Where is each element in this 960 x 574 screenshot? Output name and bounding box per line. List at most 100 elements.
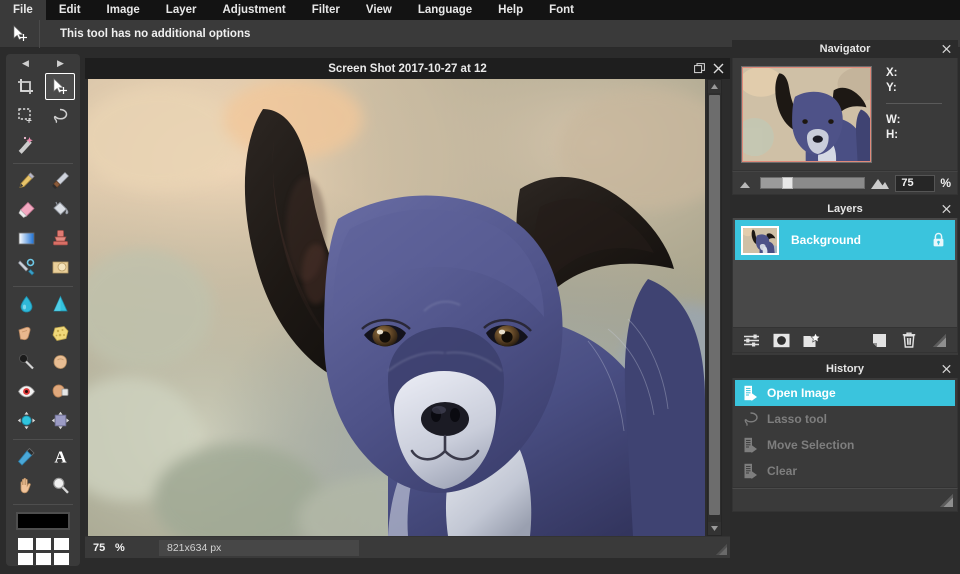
foreground-color-swatch[interactable] [16, 512, 70, 530]
scroll-down-arrow-icon[interactable] [708, 522, 721, 535]
palette-swatch[interactable] [18, 538, 33, 550]
menu-item-language[interactable]: Language [405, 0, 485, 20]
palette-swatch[interactable] [18, 553, 33, 565]
sponge-tool-button[interactable] [45, 320, 75, 347]
layer-settings-button[interactable] [741, 331, 761, 349]
history-item-label: Move Selection [767, 438, 854, 452]
marquee-select-tool-button[interactable] [11, 102, 41, 129]
move-tool-button[interactable] [45, 73, 75, 100]
navigator-w-label: W: [886, 113, 948, 128]
menu-item-edit[interactable]: Edit [46, 0, 94, 20]
navigator-body: X: Y: W: H: [732, 58, 958, 171]
navigator-divider [886, 103, 942, 104]
smudge-tool-button[interactable] [11, 320, 41, 347]
navigator-y-label: Y: [886, 81, 948, 96]
type-tool-button[interactable]: A [45, 443, 75, 470]
palette-swatch[interactable] [36, 538, 51, 550]
blur-tool-button[interactable] [11, 291, 41, 318]
sharpen-tool-button[interactable] [45, 291, 75, 318]
gradient-tool-button[interactable] [11, 225, 41, 252]
zoom-tool-button[interactable] [45, 472, 75, 499]
lasso-tool-button[interactable] [45, 102, 75, 129]
canvas-area[interactable] [85, 79, 730, 536]
palette-swatch[interactable] [36, 553, 51, 565]
layer-row-background[interactable]: Background [735, 220, 955, 260]
toolbox-group-paint [9, 166, 77, 282]
lasso-icon [51, 107, 69, 125]
marquee-icon [17, 107, 35, 125]
dodge-tool-button[interactable] [11, 349, 41, 376]
burn-tool-button[interactable] [45, 349, 75, 376]
pencil-icon [17, 171, 36, 190]
slider-thumb[interactable] [782, 177, 793, 189]
close-icon[interactable] [942, 365, 951, 374]
layer-mask-button[interactable] [771, 331, 791, 349]
close-icon[interactable] [713, 63, 724, 74]
brush-tool-button[interactable] [45, 167, 75, 194]
menu-item-adjustment[interactable]: Adjustment [209, 0, 298, 20]
panel-resize-grip[interactable] [929, 331, 949, 349]
history-item-lasso-tool[interactable]: Lasso tool [735, 406, 955, 432]
eraser-icon [17, 200, 36, 219]
navigator-header[interactable]: Navigator [732, 40, 958, 58]
palette-swatch[interactable] [54, 538, 69, 550]
restore-window-icon[interactable] [694, 63, 705, 74]
history-title: History [826, 363, 864, 375]
pinch-icon [51, 411, 70, 430]
resize-grip-icon[interactable] [940, 494, 953, 507]
large-mountain-icon[interactable] [870, 177, 890, 190]
navigator-thumbnail[interactable] [741, 66, 872, 163]
palette-swatch[interactable] [54, 553, 69, 565]
scrollbar-thumb[interactable] [709, 95, 720, 515]
clone-tool-button[interactable] [45, 378, 75, 405]
crop-tool-button[interactable] [11, 73, 41, 100]
lock-icon[interactable] [932, 233, 945, 248]
layer-effects-button[interactable] [801, 331, 821, 349]
small-mountain-icon[interactable] [739, 178, 755, 189]
document-title-bar[interactable]: Screen Shot 2017-10-27 at 12 [85, 58, 730, 79]
eraser-tool-button[interactable] [11, 196, 41, 223]
duplicate-layer-button[interactable] [869, 331, 889, 349]
history-item-move-selection[interactable]: Move Selection [735, 432, 955, 458]
history-item-open-image[interactable]: Open Image [735, 380, 955, 406]
window-resize-grip[interactable] [716, 544, 727, 555]
delete-layer-button[interactable] [899, 331, 919, 349]
healing-brush-tool-button[interactable] [11, 254, 41, 281]
image-editor-window: File Edit Image Layer Adjustment Filter … [0, 0, 960, 574]
menu-item-layer[interactable]: Layer [153, 0, 210, 20]
history-item-clear[interactable]: Clear [735, 458, 955, 484]
canvas-vertical-scrollbar[interactable] [707, 79, 722, 536]
hand-tool-button[interactable] [11, 472, 41, 499]
layer-name-label: Background [791, 233, 861, 247]
menu-item-font[interactable]: Font [536, 0, 587, 20]
toolbox-next-arrow[interactable]: ▶ [48, 56, 74, 70]
menu-item-help[interactable]: Help [485, 0, 536, 20]
paint-bucket-tool-button[interactable] [45, 196, 75, 223]
toolbox-prev-arrow[interactable]: ◀ [13, 56, 39, 70]
menu-item-file[interactable]: File [0, 0, 46, 20]
close-icon[interactable] [942, 205, 951, 214]
canvas-image[interactable] [88, 79, 705, 536]
red-eye-tool-button[interactable] [11, 378, 41, 405]
sponge-icon [51, 324, 70, 343]
stamp-tool-button[interactable] [45, 225, 75, 252]
status-zoom-value[interactable]: 75 [85, 542, 115, 554]
toolbox-group-utility: A [9, 442, 77, 500]
pencil-tool-button[interactable] [11, 167, 41, 194]
layers-header[interactable]: Layers [732, 200, 958, 218]
menu-item-filter[interactable]: Filter [299, 0, 353, 20]
menu-item-view[interactable]: View [353, 0, 405, 20]
pinch-tool-button[interactable] [45, 407, 75, 434]
close-icon[interactable] [942, 45, 951, 54]
magic-wand-tool-button[interactable] [11, 131, 41, 158]
shape-tool-button[interactable] [45, 254, 75, 281]
navigator-zoom-input[interactable]: 75 [895, 175, 935, 192]
layers-list: Background [732, 218, 958, 328]
bloat-tool-button[interactable] [11, 407, 41, 434]
menu-item-image[interactable]: Image [94, 0, 153, 20]
eyedropper-tool-button[interactable] [11, 443, 41, 470]
navigator-zoom-slider[interactable] [760, 177, 865, 189]
history-header[interactable]: History [732, 360, 958, 378]
scroll-up-arrow-icon[interactable] [708, 80, 721, 93]
cone-icon [51, 295, 70, 314]
